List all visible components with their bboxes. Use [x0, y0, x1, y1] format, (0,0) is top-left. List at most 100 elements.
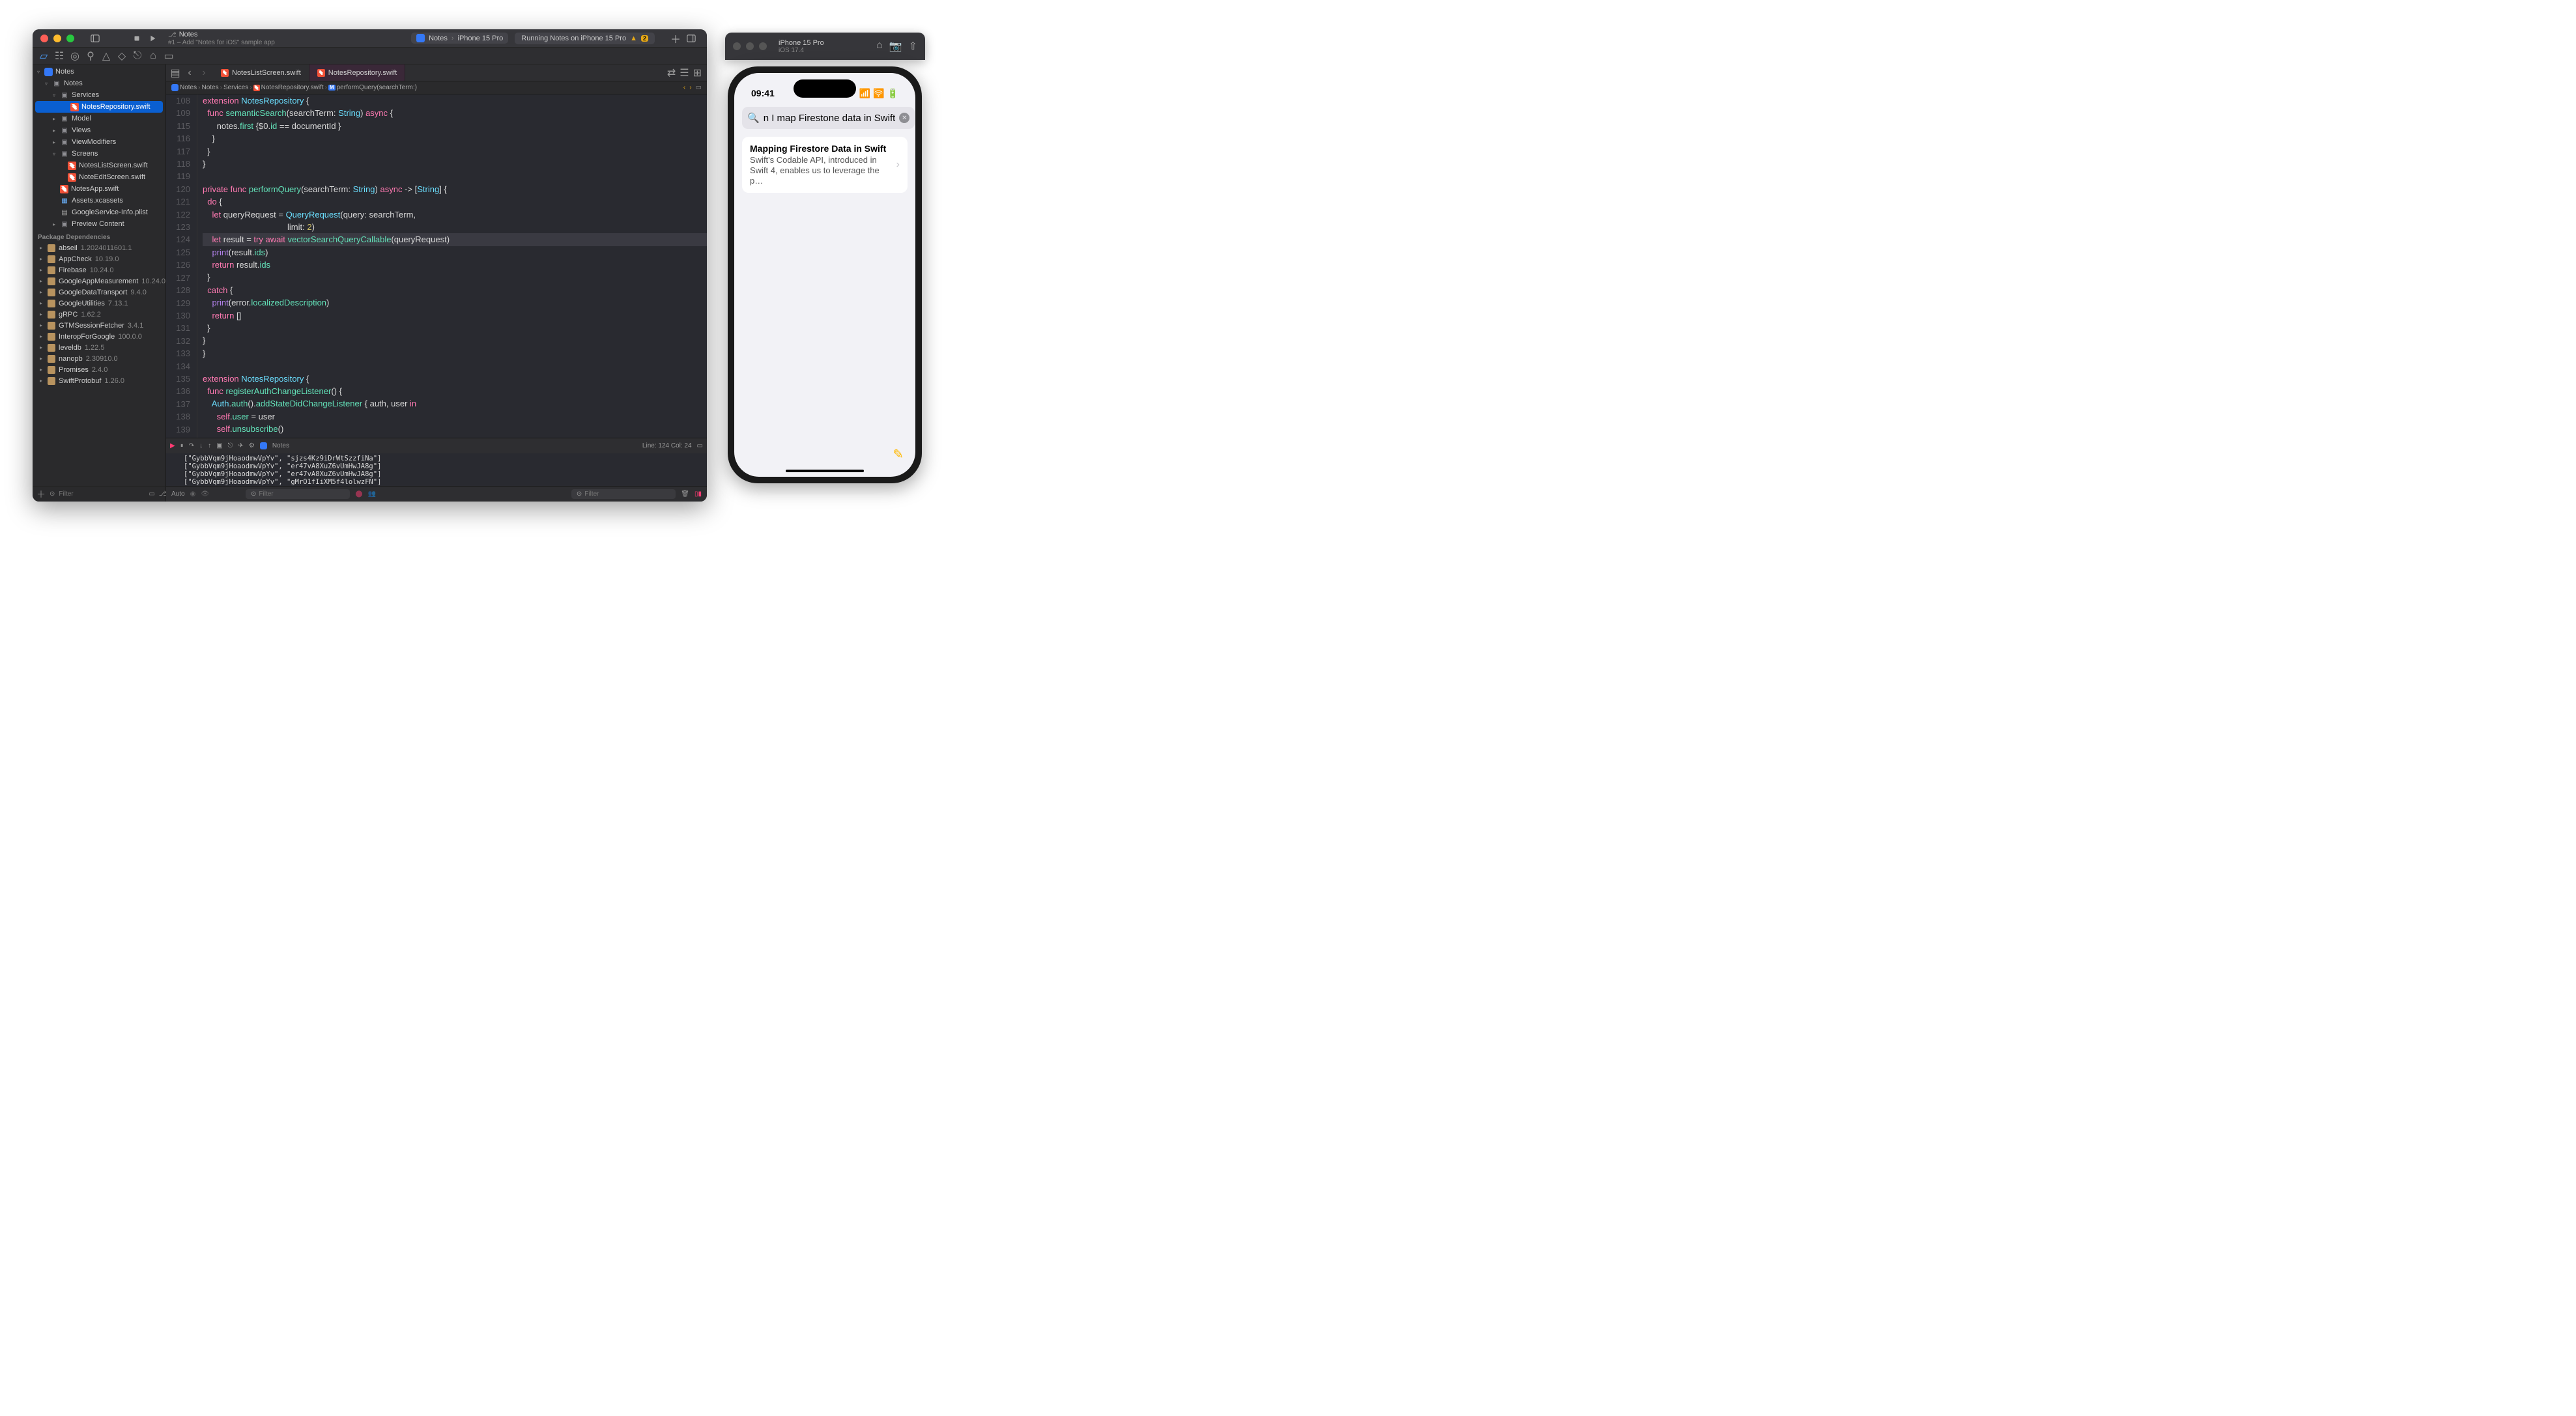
navigator-filter-input[interactable] [59, 490, 145, 498]
clear-search-button[interactable]: ✕ [899, 113, 909, 123]
forward-button[interactable]: › [197, 67, 210, 79]
package-row[interactable]: ▸GTMSessionFetcher 3.4.1 [33, 320, 165, 331]
back-button[interactable]: ‹ [183, 67, 196, 79]
library-toggle-icon[interactable] [683, 31, 699, 46]
debug-console[interactable]: ["GybbVqm9jHoaodmwVpYv", "sjzs4Kz9iDrWtS… [166, 453, 707, 486]
jump-segment[interactable]: Services [223, 84, 248, 91]
metrics-icon[interactable]: ⬤ [355, 490, 362, 498]
package-row[interactable]: ▸nanopb 2.30910.0 [33, 353, 165, 364]
reports-navigator-icon[interactable]: ▭ [162, 50, 176, 63]
issues-navigator-icon[interactable]: △ [99, 50, 113, 63]
pause-icon[interactable]: ⏸ [180, 442, 184, 449]
file-tree[interactable]: ▿Notes ▿▣Notes ▿▣Services NotesRepositor… [33, 64, 165, 486]
jump-segment[interactable]: Notes [180, 84, 197, 91]
close-window-button[interactable] [40, 35, 48, 42]
zoom-window-button[interactable] [66, 35, 74, 42]
add-files-button[interactable]: ＋ [36, 488, 46, 501]
run-button[interactable] [145, 31, 160, 46]
screenshot-icon[interactable]: 📷 [889, 40, 902, 53]
bookmarks-navigator-icon[interactable]: ◎ [68, 50, 82, 63]
file-assets[interactable]: ▦Assets.xcassets [33, 195, 165, 206]
folder-views[interactable]: ▸▣Views [33, 124, 165, 136]
scheme-selector[interactable]: Notes › iPhone 15 Pro [411, 33, 508, 44]
folder-preview-content[interactable]: ▸▣Preview Content [33, 218, 165, 230]
minimap-icon[interactable]: ▭ [696, 84, 702, 91]
jump-segment[interactable]: NotesRepository.swift [261, 84, 324, 91]
search-result-card[interactable]: Mapping Firestore Data in Swift Swift's … [742, 137, 908, 193]
file-noteslistscreen[interactable]: NotesListScreen.swift [33, 160, 165, 171]
package-row[interactable]: ▸Firebase 10.24.0 [33, 264, 165, 276]
package-row[interactable]: ▸GoogleUtilities 7.13.1 [33, 298, 165, 309]
minimize-window-button[interactable] [53, 35, 61, 42]
source-control-navigator-icon[interactable]: ☷ [52, 50, 66, 63]
jump-segment[interactable]: performQuery(searchTerm:) [337, 84, 417, 91]
minimap-toggle-icon[interactable]: ▭ [697, 442, 703, 449]
folder-notes[interactable]: ▿▣Notes [33, 78, 165, 89]
debug-navigator-icon[interactable]: ⎋ [130, 50, 145, 63]
folder-model[interactable]: ▸▣Model [33, 113, 165, 124]
package-row[interactable]: ▸abseil 1.2024011601.1 [33, 242, 165, 253]
folder-viewmodifiers[interactable]: ▸▣ViewModifiers [33, 136, 165, 148]
package-row[interactable]: ▸SwiftProtobuf 1.26.0 [33, 375, 165, 386]
folder-services[interactable]: ▿▣Services [33, 89, 165, 101]
file-notes-repository[interactable]: NotesRepository.swift [35, 101, 163, 113]
jump-bar[interactable]: Notes› Notes› Services› NotesRepository.… [166, 81, 707, 94]
environment-icon[interactable]: ⚙ [249, 442, 255, 449]
variables-view-icon[interactable]: ◉ [190, 490, 196, 498]
step-out-icon[interactable]: ↑ [208, 442, 211, 449]
breakpoints-toggle-icon[interactable]: ▶ [170, 442, 175, 449]
simulate-icon[interactable]: ✈ [238, 442, 243, 449]
jump-prev-icon[interactable]: ‹ [683, 84, 685, 91]
share-icon[interactable]: ⇧ [909, 40, 917, 53]
scm-filter-icon[interactable]: ⎇ [159, 490, 167, 498]
package-row[interactable]: ▸InteropForGoogle 100.0.0 [33, 331, 165, 342]
adjust-editor-icon[interactable]: ☰ [680, 66, 689, 79]
quicklook-icon[interactable]: 👁 [201, 490, 209, 498]
package-row[interactable]: ▸GoogleAppMeasurement 10.24.0 [33, 276, 165, 287]
iphone-screen[interactable]: 09:41 📶 🛜 🔋 🔍 n I map Firestone data in … [734, 73, 915, 477]
step-into-icon[interactable]: ↓ [199, 442, 203, 449]
project-root[interactable]: ▿Notes [33, 66, 165, 78]
home-icon[interactable]: ⌂ [876, 40, 883, 53]
code-editor[interactable]: 1081091151161171181191201211221231241251… [166, 94, 707, 438]
editor-options-icon[interactable]: ⇄ [667, 66, 676, 79]
project-navigator-icon[interactable]: ▱ [36, 50, 51, 63]
compose-button[interactable]: ✎ [893, 446, 904, 462]
filter-input[interactable] [259, 490, 345, 498]
file-notesapp[interactable]: NotesApp.swift [33, 183, 165, 195]
breakpoints-navigator-icon[interactable]: ⌂ [146, 50, 160, 63]
step-over-icon[interactable]: ↷ [189, 442, 194, 449]
minimize-window-button[interactable] [746, 42, 754, 50]
tests-navigator-icon[interactable]: ◇ [115, 50, 129, 63]
tab-notesrepository[interactable]: NotesRepository.swift [309, 64, 406, 81]
close-window-button[interactable] [733, 42, 741, 50]
activity-status[interactable]: Running Notes on iPhone 15 Pro ▲ 2 [515, 33, 655, 44]
jump-next-icon[interactable]: › [689, 84, 691, 91]
package-row[interactable]: ▸AppCheck 10.19.0 [33, 253, 165, 264]
search-field[interactable]: 🔍 n I map Firestone data in Swift ✕ [742, 107, 915, 129]
package-row[interactable]: ▸Promises 2.4.0 [33, 364, 165, 375]
home-indicator[interactable] [786, 470, 864, 472]
add-editor-icon[interactable]: ⊞ [693, 66, 702, 79]
package-row[interactable]: ▸gRPC 1.62.2 [33, 309, 165, 320]
file-noteeditscreen[interactable]: NoteEditScreen.swift [33, 171, 165, 183]
recent-filter-icon[interactable]: ▭ [149, 490, 154, 498]
debug-target[interactable]: Notes [272, 442, 289, 449]
zoom-window-button[interactable] [759, 42, 767, 50]
package-row[interactable]: ▸GoogleDataTransport 9.4.0 [33, 287, 165, 298]
related-items-icon[interactable]: ▤ [169, 66, 182, 79]
file-googleservice-plist[interactable]: ▤GoogleService-Info.plist [33, 206, 165, 218]
console-split-icon[interactable]: ▯▮ [694, 490, 702, 498]
console-filter[interactable]: ⊙ [571, 489, 676, 499]
sidebar-toggle-icon[interactable] [87, 31, 103, 46]
filter-input[interactable] [584, 490, 670, 498]
folder-screens[interactable]: ▿▣Screens [33, 148, 165, 160]
clear-console-icon[interactable]: 🗑 [681, 490, 689, 498]
debug-view-icon[interactable]: ▣ [216, 442, 222, 449]
code-content[interactable]: extension NotesRepository { func semanti… [197, 94, 707, 438]
add-button[interactable]: ＋ [668, 31, 683, 46]
metrics-icon-2[interactable]: 👥 [368, 490, 376, 498]
memory-icon[interactable]: ⎋ [228, 442, 233, 449]
variables-filter[interactable]: ⊙ [246, 489, 350, 499]
stop-button[interactable] [129, 31, 145, 46]
